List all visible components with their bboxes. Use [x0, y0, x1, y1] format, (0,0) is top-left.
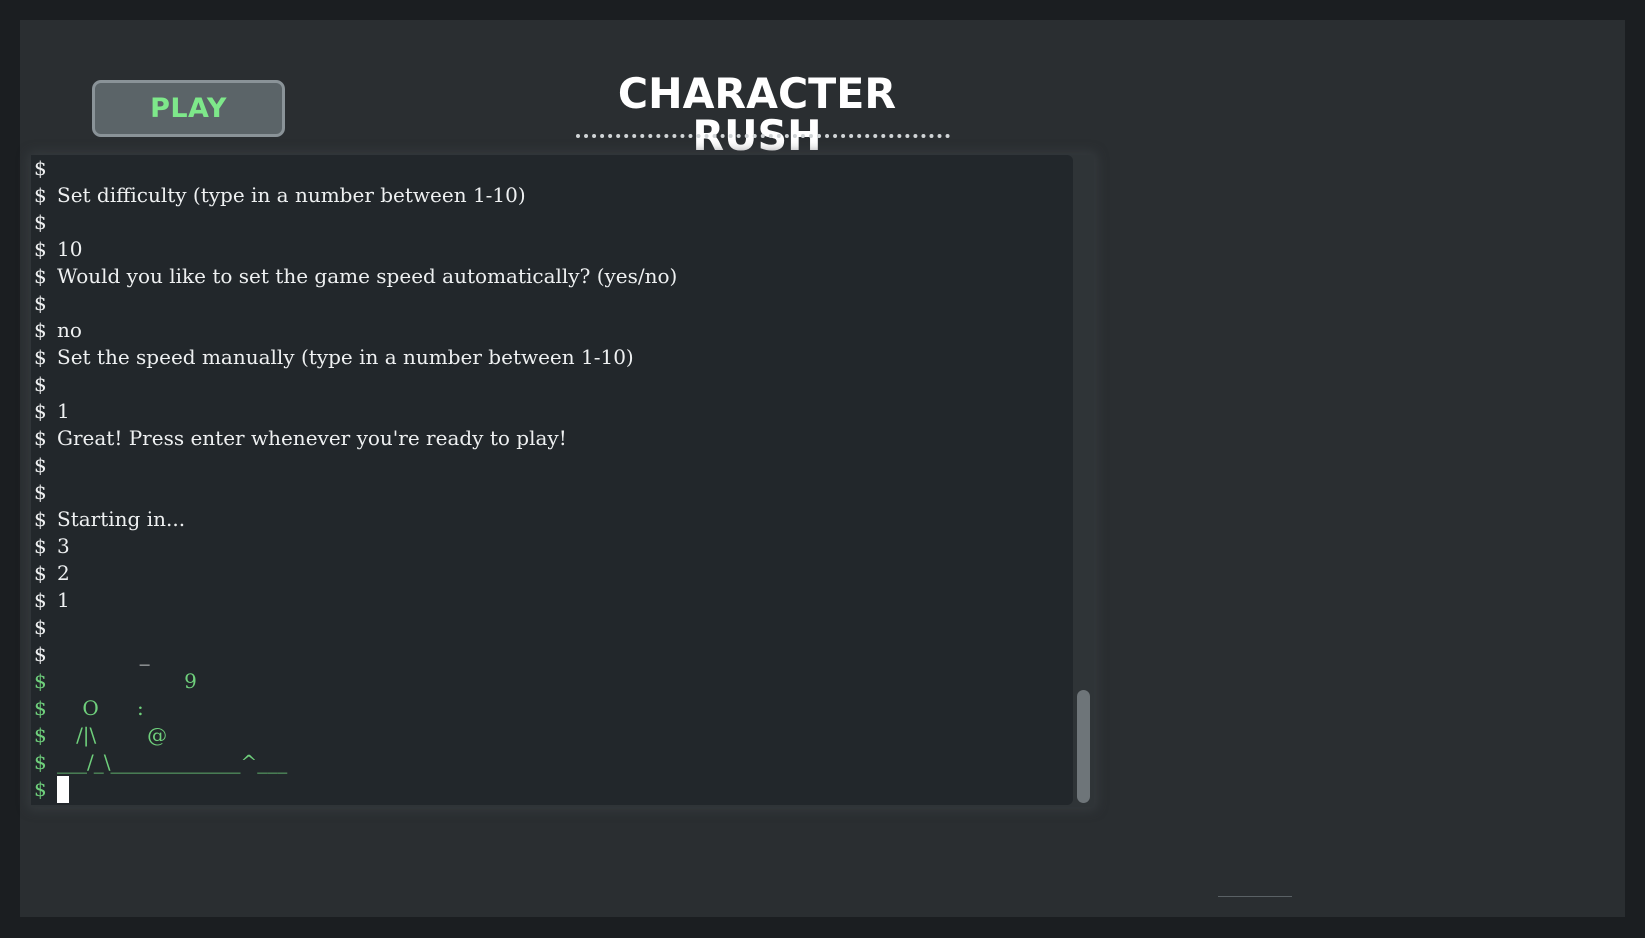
prompt-symbol: $: [34, 696, 47, 720]
prompt-symbol: $: [34, 615, 47, 639]
prompt-symbol: $: [34, 453, 47, 477]
prompt-symbol: $: [34, 561, 47, 585]
prompt-symbol: $: [34, 156, 47, 180]
terminal-line: $ Set difficulty (type in a number betwee…: [34, 182, 677, 209]
game-page: PLAY CHARACTER RUSH $ $ Set difficulty (ty…: [20, 20, 1625, 917]
terminal-line: $ Set the speed manually (type in a numbe…: [34, 344, 677, 371]
line-text: 1: [57, 588, 70, 612]
prompt-symbol: $: [34, 777, 47, 801]
terminal-line: $1: [34, 587, 677, 614]
terminal-line: $ Great! Press enter whenever you're read…: [34, 425, 677, 452]
prompt-symbol: $: [34, 264, 47, 288]
line-text: 3: [57, 534, 70, 558]
prompt-symbol: $: [34, 399, 47, 423]
prompt-symbol: $: [34, 642, 47, 666]
text-cursor: [57, 776, 69, 803]
terminal-line: $: [34, 155, 677, 182]
terminal-line: $: [34, 209, 677, 236]
prompt-symbol: $: [34, 291, 47, 315]
line-text: Set the speed manually (type in a number…: [57, 345, 634, 369]
line-text: 1: [57, 399, 70, 423]
prompt-symbol: $: [34, 480, 47, 504]
prompt-symbol: $: [34, 318, 47, 342]
line-text: 9: [57, 669, 197, 693]
bottom-divider: [1218, 896, 1292, 897]
terminal-line: $ no: [34, 317, 677, 344]
title-dotted-underline: [576, 134, 950, 138]
terminal-line: $: [34, 290, 677, 317]
terminal-line: $ _: [34, 641, 677, 668]
terminal-line: $: [34, 371, 677, 398]
terminal-line: $: [34, 776, 677, 803]
terminal-lines: $ $ Set difficulty (type in a number betwe…: [34, 155, 677, 803]
terminal-line: $ /|\ @: [34, 722, 677, 749]
terminal-line: $ 9: [34, 668, 677, 695]
line-text: 2: [57, 561, 70, 585]
line-text: Great! Press enter whenever you're ready…: [57, 426, 567, 450]
terminal-line: $1: [34, 398, 677, 425]
terminal-scrollbar[interactable]: [1073, 155, 1094, 805]
line-text: Starting in...: [57, 507, 186, 531]
prompt-symbol: $: [34, 669, 47, 693]
line-text: no: [57, 318, 82, 342]
prompt-symbol: $: [34, 723, 47, 747]
prompt-symbol: $: [34, 750, 47, 774]
line-text: Would you like to set the game speed aut…: [57, 264, 678, 288]
prompt-symbol: $: [34, 534, 47, 558]
terminal-line: $: [34, 479, 677, 506]
terminal-output[interactable]: $ $ Set difficulty (type in a number betwe…: [31, 155, 1073, 805]
prompt-symbol: $: [34, 183, 47, 207]
terminal[interactable]: $ $ Set difficulty (type in a number betwe…: [31, 155, 1094, 807]
play-button[interactable]: PLAY: [92, 80, 285, 137]
line-text: ___/_\_____________^___: [57, 750, 288, 774]
terminal-line: $ Would you like to set the game speed au…: [34, 263, 677, 290]
line-text: 10: [57, 237, 83, 261]
prompt-symbol: $: [34, 237, 47, 261]
prompt-symbol: $: [34, 345, 47, 369]
prompt-symbol: $: [34, 372, 47, 396]
terminal-line: $: [34, 452, 677, 479]
line-text: _: [57, 642, 150, 666]
prompt-symbol: $: [34, 210, 47, 234]
terminal-line: $ ___/_\_____________^___: [34, 749, 677, 776]
prompt-symbol: $: [34, 588, 47, 612]
prompt-symbol: $: [34, 507, 47, 531]
game-title: CHARACTER RUSH: [617, 69, 897, 160]
terminal-line: $ O :: [34, 695, 677, 722]
terminal-line: $ Starting in...: [34, 506, 677, 533]
prompt-symbol: $: [34, 426, 47, 450]
terminal-line: $2: [34, 560, 677, 587]
terminal-line: $: [34, 614, 677, 641]
terminal-line: $3: [34, 533, 677, 560]
line-text: Set difficulty (type in a number between…: [57, 183, 526, 207]
line-text: /|\ @: [57, 723, 168, 747]
line-text: O :: [57, 696, 144, 720]
window-frame: PLAY CHARACTER RUSH $ $ Set difficulty (ty…: [0, 0, 1645, 938]
scrollbar-thumb[interactable]: [1077, 690, 1090, 803]
terminal-line: $10: [34, 236, 677, 263]
